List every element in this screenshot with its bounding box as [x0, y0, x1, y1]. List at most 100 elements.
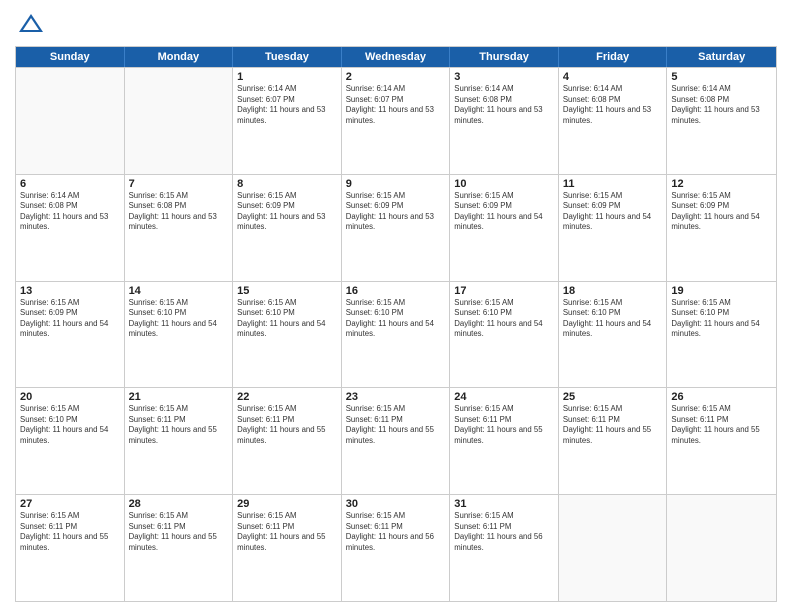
day-header-monday: Monday	[125, 47, 234, 67]
cell-info: Sunrise: 6:15 AM Sunset: 6:11 PM Dayligh…	[454, 404, 554, 446]
cell-info: Sunrise: 6:15 AM Sunset: 6:10 PM Dayligh…	[346, 298, 446, 340]
day-number: 24	[454, 391, 554, 403]
calendar-cell: 21Sunrise: 6:15 AM Sunset: 6:11 PM Dayli…	[125, 388, 234, 494]
day-number: 13	[20, 285, 120, 297]
cell-info: Sunrise: 6:15 AM Sunset: 6:08 PM Dayligh…	[129, 191, 229, 233]
cell-info: Sunrise: 6:14 AM Sunset: 6:08 PM Dayligh…	[454, 84, 554, 126]
calendar: SundayMondayTuesdayWednesdayThursdayFrid…	[15, 46, 777, 602]
cell-info: Sunrise: 6:15 AM Sunset: 6:11 PM Dayligh…	[346, 404, 446, 446]
calendar-cell: 13Sunrise: 6:15 AM Sunset: 6:09 PM Dayli…	[16, 282, 125, 388]
calendar-cell: 26Sunrise: 6:15 AM Sunset: 6:11 PM Dayli…	[667, 388, 776, 494]
day-number: 9	[346, 178, 446, 190]
day-number: 5	[671, 71, 772, 83]
calendar-week-2: 6Sunrise: 6:14 AM Sunset: 6:08 PM Daylig…	[16, 174, 776, 281]
day-header-wednesday: Wednesday	[342, 47, 451, 67]
calendar-cell: 6Sunrise: 6:14 AM Sunset: 6:08 PM Daylig…	[16, 175, 125, 281]
calendar-cell: 24Sunrise: 6:15 AM Sunset: 6:11 PM Dayli…	[450, 388, 559, 494]
day-number: 4	[563, 71, 663, 83]
calendar-cell: 31Sunrise: 6:15 AM Sunset: 6:11 PM Dayli…	[450, 495, 559, 601]
cell-info: Sunrise: 6:15 AM Sunset: 6:09 PM Dayligh…	[237, 191, 337, 233]
calendar-cell: 1Sunrise: 6:14 AM Sunset: 6:07 PM Daylig…	[233, 68, 342, 174]
day-number: 18	[563, 285, 663, 297]
day-header-friday: Friday	[559, 47, 668, 67]
cell-info: Sunrise: 6:15 AM Sunset: 6:10 PM Dayligh…	[671, 298, 772, 340]
calendar-cell: 18Sunrise: 6:15 AM Sunset: 6:10 PM Dayli…	[559, 282, 668, 388]
day-number: 2	[346, 71, 446, 83]
day-number: 10	[454, 178, 554, 190]
day-number: 6	[20, 178, 120, 190]
cell-info: Sunrise: 6:15 AM Sunset: 6:10 PM Dayligh…	[237, 298, 337, 340]
calendar-cell: 16Sunrise: 6:15 AM Sunset: 6:10 PM Dayli…	[342, 282, 451, 388]
calendar-cell: 25Sunrise: 6:15 AM Sunset: 6:11 PM Dayli…	[559, 388, 668, 494]
calendar-week-1: 1Sunrise: 6:14 AM Sunset: 6:07 PM Daylig…	[16, 67, 776, 174]
logo	[15, 10, 45, 38]
calendar-cell	[16, 68, 125, 174]
calendar-cell: 22Sunrise: 6:15 AM Sunset: 6:11 PM Dayli…	[233, 388, 342, 494]
calendar-cell: 19Sunrise: 6:15 AM Sunset: 6:10 PM Dayli…	[667, 282, 776, 388]
cell-info: Sunrise: 6:15 AM Sunset: 6:10 PM Dayligh…	[20, 404, 120, 446]
day-number: 7	[129, 178, 229, 190]
calendar-cell	[559, 495, 668, 601]
day-number: 27	[20, 498, 120, 510]
cell-info: Sunrise: 6:14 AM Sunset: 6:08 PM Dayligh…	[671, 84, 772, 126]
day-number: 19	[671, 285, 772, 297]
cell-info: Sunrise: 6:15 AM Sunset: 6:10 PM Dayligh…	[454, 298, 554, 340]
day-number: 21	[129, 391, 229, 403]
day-header-saturday: Saturday	[667, 47, 776, 67]
page: SundayMondayTuesdayWednesdayThursdayFrid…	[0, 0, 792, 612]
calendar-cell: 10Sunrise: 6:15 AM Sunset: 6:09 PM Dayli…	[450, 175, 559, 281]
day-number: 1	[237, 71, 337, 83]
day-number: 12	[671, 178, 772, 190]
day-header-tuesday: Tuesday	[233, 47, 342, 67]
day-number: 31	[454, 498, 554, 510]
cell-info: Sunrise: 6:15 AM Sunset: 6:11 PM Dayligh…	[129, 404, 229, 446]
day-number: 8	[237, 178, 337, 190]
cell-info: Sunrise: 6:15 AM Sunset: 6:09 PM Dayligh…	[454, 191, 554, 233]
day-number: 3	[454, 71, 554, 83]
calendar-cell: 27Sunrise: 6:15 AM Sunset: 6:11 PM Dayli…	[16, 495, 125, 601]
calendar-cell	[125, 68, 234, 174]
day-number: 11	[563, 178, 663, 190]
day-number: 28	[129, 498, 229, 510]
cell-info: Sunrise: 6:15 AM Sunset: 6:10 PM Dayligh…	[563, 298, 663, 340]
calendar-week-3: 13Sunrise: 6:15 AM Sunset: 6:09 PM Dayli…	[16, 281, 776, 388]
day-number: 26	[671, 391, 772, 403]
calendar-cell: 5Sunrise: 6:14 AM Sunset: 6:08 PM Daylig…	[667, 68, 776, 174]
cell-info: Sunrise: 6:14 AM Sunset: 6:08 PM Dayligh…	[563, 84, 663, 126]
day-number: 29	[237, 498, 337, 510]
calendar-week-5: 27 Sunrise: 6:15 AM Sunset: 6:11 PM Dayli…	[16, 494, 776, 601]
day-number: 22	[237, 391, 337, 403]
calendar-body: 1Sunrise: 6:14 AM Sunset: 6:07 PM Daylig…	[16, 67, 776, 601]
cell-info: Sunrise: 6:15 AM Sunset: 6:09 PM Dayligh…	[346, 191, 446, 233]
cell-info: Sunrise: 6:15 AM Sunset: 6:11 PM Dayligh…	[346, 511, 446, 553]
calendar-cell: 12Sunrise: 6:15 AM Sunset: 6:09 PM Dayli…	[667, 175, 776, 281]
calendar-cell: 15Sunrise: 6:15 AM Sunset: 6:10 PM Dayli…	[233, 282, 342, 388]
day-number: 15	[237, 285, 337, 297]
calendar-cell: 7Sunrise: 6:15 AM Sunset: 6:08 PM Daylig…	[125, 175, 234, 281]
calendar-cell: 17Sunrise: 6:15 AM Sunset: 6:10 PM Dayli…	[450, 282, 559, 388]
cell-info: Sunrise: 6:15 AM Sunset: 6:11 PM Dayligh…	[563, 404, 663, 446]
calendar-cell: 29Sunrise: 6:15 AM Sunset: 6:11 PM Dayli…	[233, 495, 342, 601]
calendar-cell: 2Sunrise: 6:14 AM Sunset: 6:07 PM Daylig…	[342, 68, 451, 174]
calendar-week-4: 20Sunrise: 6:15 AM Sunset: 6:10 PM Dayli…	[16, 387, 776, 494]
calendar-cell: 8Sunrise: 6:15 AM Sunset: 6:09 PM Daylig…	[233, 175, 342, 281]
cell-info: Sunrise: 6:15 AM Sunset: 6:11 PM Dayligh…	[237, 511, 337, 553]
day-number: 17	[454, 285, 554, 297]
day-number: 16	[346, 285, 446, 297]
day-number: 30	[346, 498, 446, 510]
day-number: 23	[346, 391, 446, 403]
cell-info: Sunrise: 6:14 AM Sunset: 6:08 PM Dayligh…	[20, 191, 120, 233]
header	[15, 10, 777, 38]
cell-info: Sunrise: 6:15 AM Sunset: 6:09 PM Dayligh…	[671, 191, 772, 233]
logo-icon	[17, 10, 45, 38]
calendar-cell	[667, 495, 776, 601]
calendar-cell: 23Sunrise: 6:15 AM Sunset: 6:11 PM Dayli…	[342, 388, 451, 494]
cell-info: Sunrise: 6:15 AM Sunset: 6:10 PM Dayligh…	[129, 298, 229, 340]
calendar-cell: 11Sunrise: 6:15 AM Sunset: 6:09 PM Dayli…	[559, 175, 668, 281]
day-number: 14	[129, 285, 229, 297]
cell-info: Sunrise: 6:15 AM Sunset: 6:09 PM Dayligh…	[20, 298, 120, 340]
calendar-cell: 3Sunrise: 6:14 AM Sunset: 6:08 PM Daylig…	[450, 68, 559, 174]
cell-info: Sunrise: 6:15 AM Sunset: 6:11 PM Dayligh…	[671, 404, 772, 446]
cell-info: Sunrise: 6:15 AM Sunset: 6:11 PM Dayligh…	[129, 511, 229, 553]
day-number: 20	[20, 391, 120, 403]
